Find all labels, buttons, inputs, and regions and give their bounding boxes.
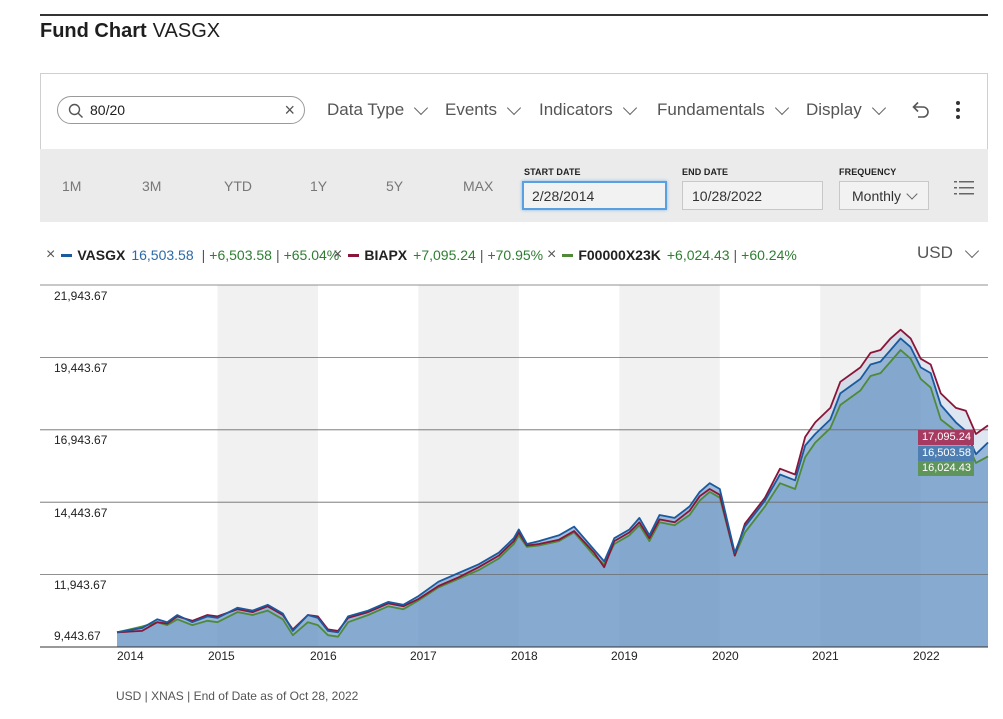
price-chart[interactable]: [0, 0, 1003, 719]
y-tick-label: 21,943.67: [54, 289, 108, 303]
x-tick-label: 2015: [208, 649, 235, 663]
y-tick-label: 19,443.67: [54, 361, 108, 375]
y-tick-label: 11,943.67: [54, 578, 107, 592]
x-tick-label: 2016: [310, 649, 337, 663]
y-tick-label: 14,443.67: [54, 506, 108, 520]
x-tick-label: 2020: [712, 649, 739, 663]
year-band: [217, 285, 318, 647]
x-tick-label: 2021: [812, 649, 839, 663]
x-tick-label: 2014: [117, 649, 144, 663]
x-tick-label: 2017: [410, 649, 437, 663]
end-value-label-biapx: 17,095.24: [918, 430, 974, 445]
y-tick-label: 16,943.67: [54, 433, 108, 447]
end-value-label-f00000x23k: 16,024.43: [918, 461, 974, 476]
y-tick-label: 9,443.67: [54, 629, 101, 643]
x-tick-label: 2019: [611, 649, 638, 663]
chart-footnote: USD | XNAS | End of Date as of Oct 28, 2…: [116, 689, 359, 703]
x-tick-label: 2018: [511, 649, 538, 663]
end-value-label-vasgx: 16,503.58: [918, 446, 974, 461]
x-tick-label: 2022: [913, 649, 940, 663]
